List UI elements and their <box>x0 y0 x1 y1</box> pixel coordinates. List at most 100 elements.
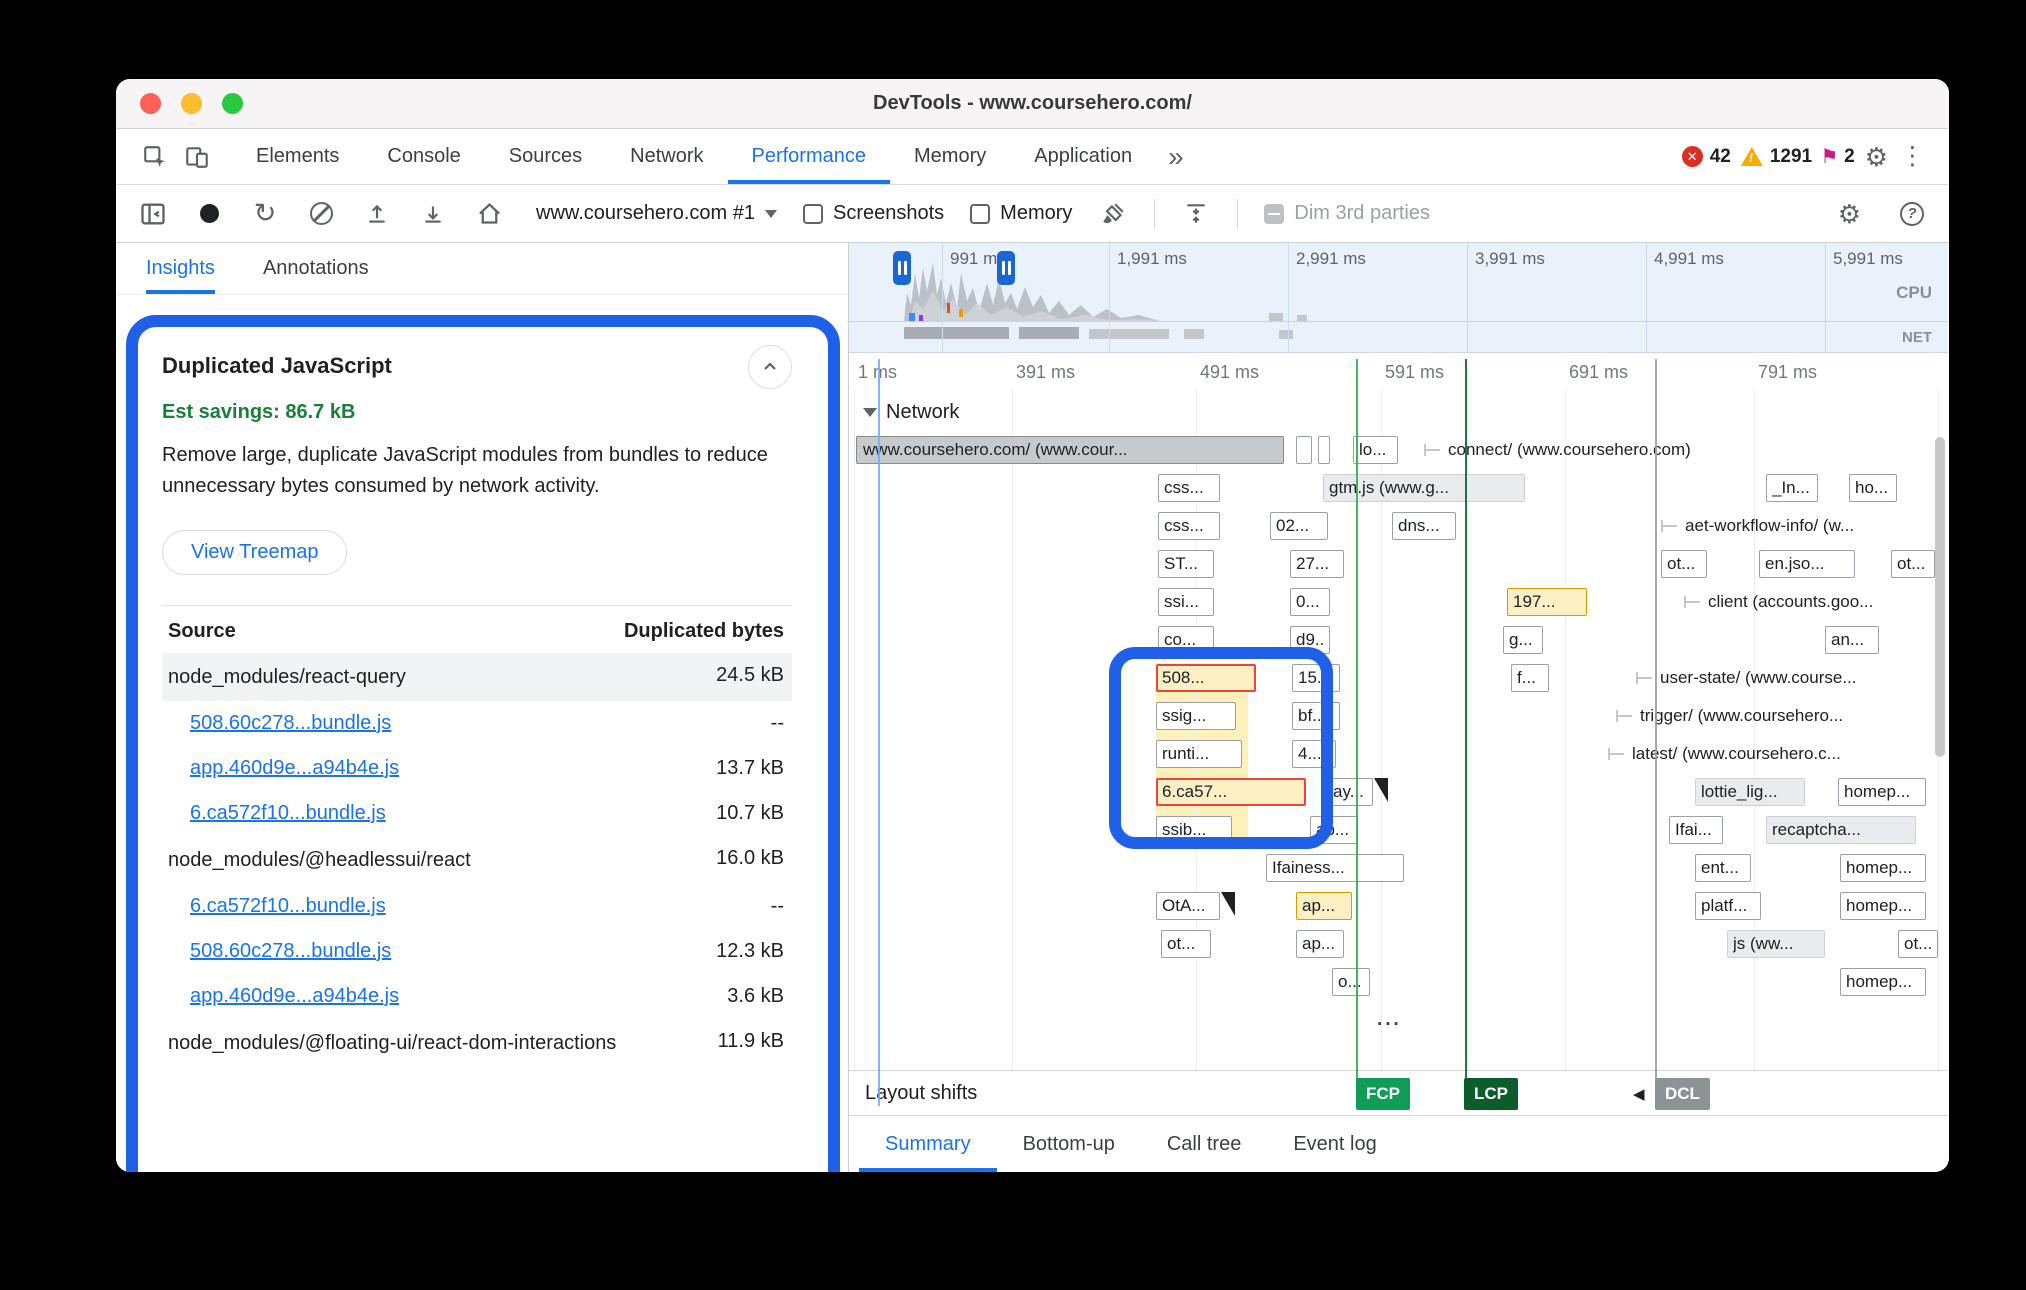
error-count-badge[interactable]: ✕ 42 <box>1682 146 1731 168</box>
tab-network[interactable]: Network <box>606 129 727 184</box>
collapse-insight-button[interactable] <box>748 345 792 389</box>
dim-3rd-parties-toggle[interactable]: Dim 3rd parties <box>1264 202 1430 225</box>
close-window-button[interactable] <box>140 93 161 114</box>
network-request-bar[interactable]: ot... <box>1891 550 1935 578</box>
network-request-label[interactable]: user-state/ (www.course... <box>1636 664 1857 692</box>
source-file-link[interactable]: 6.ca572f10...bundle.js <box>168 895 386 918</box>
tab-application[interactable]: Application <box>1010 129 1156 184</box>
network-request-bar[interactable]: 27... <box>1290 550 1344 578</box>
network-request-bar[interactable]: platf... <box>1695 892 1761 920</box>
network-request-bar[interactable]: 02... <box>1270 512 1328 540</box>
source-file-link[interactable]: 6.ca572f10...bundle.js <box>168 802 386 825</box>
network-request-bar[interactable]: css... <box>1158 474 1220 502</box>
detail-tab-event-log[interactable]: Event log <box>1267 1116 1402 1172</box>
selection-handle-left[interactable] <box>893 251 911 285</box>
network-overflow-dots[interactable]: ... <box>1377 1006 1402 1034</box>
network-request-bar[interactable]: homep... <box>1838 778 1926 806</box>
network-request-bar[interactable]: ssig... <box>1156 702 1236 730</box>
load-profile-icon[interactable] <box>362 199 392 229</box>
network-request-bar[interactable]: 197... <box>1507 588 1587 616</box>
network-request-bar[interactable]: www.coursehero.com/ (www.cour... <box>856 436 1284 464</box>
tab-insights[interactable]: Insights <box>146 243 215 294</box>
network-request-bar[interactable]: gtm.js (www.g... <box>1323 474 1525 502</box>
network-request-label[interactable]: trigger/ (www.coursehero... <box>1616 702 1843 730</box>
selection-handle-right[interactable] <box>997 251 1015 285</box>
network-request-bar[interactable]: 0... <box>1290 588 1330 616</box>
network-request-bar[interactable]: recaptcha... <box>1766 816 1916 844</box>
network-request-bar[interactable]: 4... <box>1292 740 1336 768</box>
network-request-bar[interactable]: ssib... <box>1156 816 1232 844</box>
minimize-window-button[interactable] <box>181 93 202 114</box>
network-request-bar[interactable]: ho... <box>1849 474 1897 502</box>
network-request-bar[interactable]: ay... <box>1327 778 1373 806</box>
network-request-bar[interactable]: OtA... <box>1156 892 1220 920</box>
network-request-bar[interactable]: ot... <box>1898 930 1938 958</box>
isolate-icon[interactable] <box>1181 199 1211 229</box>
settings-gear-icon[interactable]: ⚙ <box>1855 144 1898 170</box>
source-file-link[interactable]: app.460d9e...a94b4e.js <box>168 985 399 1008</box>
capture-settings-gear-icon[interactable]: ⚙ <box>1828 201 1871 227</box>
source-file-link[interactable]: 508.60c278...bundle.js <box>168 940 391 963</box>
network-request-bar[interactable]: dns... <box>1392 512 1456 540</box>
network-request-bar[interactable]: ot... <box>1661 550 1707 578</box>
toggle-sidebar-icon[interactable] <box>138 199 168 229</box>
dcl-marker-badge[interactable]: DCL <box>1655 1078 1710 1110</box>
record-icon[interactable] <box>194 199 224 229</box>
network-request-bar[interactable]: ssi... <box>1158 588 1214 616</box>
detail-tab-summary[interactable]: Summary <box>859 1116 997 1172</box>
network-request-bar[interactable]: f... <box>1511 664 1549 692</box>
network-request-bar[interactable]: lo... <box>1353 436 1398 464</box>
window-titlebar[interactable]: DevTools - www.coursehero.com/ <box>116 79 1949 129</box>
memory-checkbox[interactable]: Memory <box>970 202 1072 225</box>
network-request-bar[interactable]: ap... <box>1310 816 1358 844</box>
network-request-bar[interactable]: ST... <box>1158 550 1214 578</box>
network-request-bar[interactable]: en.jso... <box>1759 550 1855 578</box>
customize-menu-icon[interactable]: ⋮ <box>1898 144 1931 169</box>
clear-recording-icon[interactable] <box>306 199 336 229</box>
help-icon[interactable]: ? <box>1897 199 1927 229</box>
record-and-reload-icon[interactable]: ↻ <box>250 199 280 229</box>
network-request-bar[interactable] <box>1296 436 1312 464</box>
warning-count-badge[interactable]: 1291 <box>1741 146 1812 168</box>
detail-tab-bottom-up[interactable]: Bottom-up <box>997 1116 1141 1172</box>
network-request-bar[interactable]: co... <box>1158 626 1214 654</box>
network-request-bar[interactable]: _In... <box>1766 474 1818 502</box>
zoom-window-button[interactable] <box>222 93 243 114</box>
network-request-bar[interactable]: homep... <box>1840 968 1926 996</box>
home-icon[interactable] <box>474 199 504 229</box>
network-request-bar[interactable]: Ifainess... <box>1266 854 1404 882</box>
save-profile-icon[interactable] <box>418 199 448 229</box>
history-select[interactable]: www.coursehero.com #1 <box>536 202 777 225</box>
tab-annotations[interactable]: Annotations <box>263 243 369 294</box>
lcp-marker-badge[interactable]: LCP <box>1464 1078 1518 1110</box>
network-request-bar[interactable]: an... <box>1825 626 1879 654</box>
network-request-bar[interactable]: homep... <box>1840 854 1926 882</box>
network-request-bar[interactable]: g... <box>1503 626 1543 654</box>
network-request-bar[interactable]: runti... <box>1156 740 1242 768</box>
tab-memory[interactable]: Memory <box>890 129 1010 184</box>
network-request-bar[interactable]: ent... <box>1695 854 1751 882</box>
detail-tab-call-tree[interactable]: Call tree <box>1141 1116 1267 1172</box>
source-file-link[interactable]: app.460d9e...a94b4e.js <box>168 757 399 780</box>
device-toolbar-icon[interactable] <box>176 136 218 178</box>
collect-garbage-icon[interactable] <box>1098 199 1128 229</box>
network-request-bar[interactable]: d9... <box>1290 626 1330 654</box>
network-request-bar[interactable] <box>1318 436 1330 464</box>
network-request-bar[interactable]: 508... <box>1156 664 1256 692</box>
network-request-bar[interactable]: js (ww... <box>1727 930 1825 958</box>
network-request-bar[interactable]: ap... <box>1296 930 1344 958</box>
tab-elements[interactable]: Elements <box>232 129 363 184</box>
network-request-bar[interactable]: ap... <box>1296 892 1352 920</box>
inspect-element-icon[interactable] <box>134 136 176 178</box>
network-request-bar[interactable]: ot... <box>1161 930 1211 958</box>
network-request-bar[interactable]: 6.ca57... <box>1156 778 1306 806</box>
timeline-overview[interactable]: CPU NET 991 ms1,991 ms2,991 ms3,991 ms4,… <box>849 243 1948 353</box>
layout-shifts-track[interactable]: Layout shifts FCP LCP ◀ DCL <box>849 1070 1948 1116</box>
issues-count-badge[interactable]: ⚑ 2 <box>1822 146 1855 168</box>
network-request-label[interactable]: aet-workflow-info/ (w... <box>1661 512 1854 540</box>
screenshots-checkbox[interactable]: Screenshots <box>803 202 944 225</box>
network-request-bar[interactable]: o... <box>1332 968 1370 996</box>
network-request-bar[interactable]: 15... <box>1292 664 1340 692</box>
network-request-bar[interactable]: css... <box>1158 512 1220 540</box>
network-section-header[interactable]: Network <box>849 393 1948 431</box>
